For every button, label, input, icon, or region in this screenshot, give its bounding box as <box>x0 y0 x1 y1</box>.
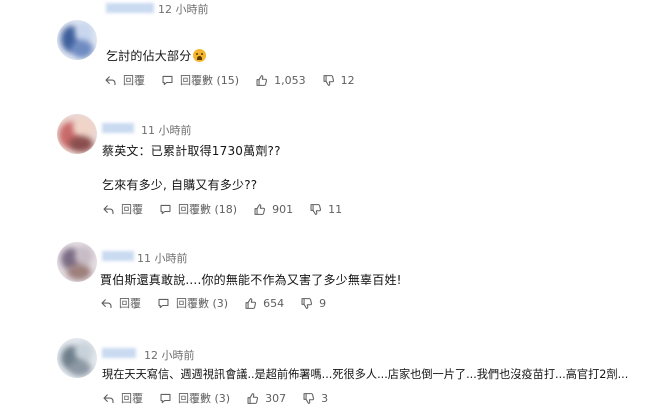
comment-text-line-1: 蔡英文：已累計取得1730萬劑?? <box>102 144 281 158</box>
username-redacted[interactable] <box>102 348 136 358</box>
like-button[interactable]: 654 <box>244 297 284 310</box>
comment-line: 乞討的佔大部分 <box>106 49 192 63</box>
like-button[interactable]: 1,053 <box>255 74 306 87</box>
thumbs-up-icon <box>255 74 268 87</box>
timestamp: 12 小時前 <box>158 3 209 16</box>
reply-icon <box>100 297 113 310</box>
reply-button[interactable]: 回覆 <box>102 201 143 217</box>
replies-count: 回覆數 (18) <box>178 203 238 216</box>
reply-label: 回覆 <box>123 74 145 87</box>
comment-actions: 回覆 回覆數 (15) 1,053 12 <box>104 72 371 88</box>
dislike-button[interactable]: 3 <box>302 392 328 405</box>
reply-icon <box>102 392 115 405</box>
thumbs-down-icon <box>300 297 313 310</box>
dislike-count: 11 <box>328 202 343 216</box>
username-redacted[interactable] <box>102 123 134 133</box>
dislike-count: 9 <box>319 296 327 310</box>
thumbs-up-icon <box>246 392 259 405</box>
comment-text: 賈伯斯還真敢說....你的無能不作為又害了多少無辜百姓! <box>100 273 402 287</box>
reply-icon <box>102 203 115 216</box>
comment-text: 乞討的佔大部分 <box>106 47 207 64</box>
timestamp: 11 小時前 <box>141 124 192 137</box>
chat-bubble-icon <box>157 297 170 310</box>
username-redacted[interactable] <box>102 251 134 261</box>
dislike-button[interactable]: 9 <box>300 297 326 310</box>
chat-bubble-icon <box>159 203 172 216</box>
thumbs-up-icon <box>253 203 266 216</box>
username-redacted[interactable] <box>106 3 154 13</box>
like-count: 901 <box>272 202 294 216</box>
comment-actions: 回覆 回覆數 (18) 901 11 <box>102 201 358 217</box>
chat-bubble-icon <box>159 392 172 405</box>
like-count: 307 <box>265 391 287 405</box>
reply-icon <box>104 74 117 87</box>
like-button[interactable]: 901 <box>253 203 293 216</box>
dislike-button[interactable]: 12 <box>322 74 355 87</box>
replies-count: 回覆數 (15) <box>180 74 240 87</box>
timestamp: 12 小時前 <box>144 349 195 362</box>
like-button[interactable]: 307 <box>246 392 286 405</box>
like-count: 1,053 <box>274 73 306 87</box>
reply-label: 回覆 <box>121 203 143 216</box>
replies-count-button[interactable]: 回覆數 (18) <box>159 201 237 217</box>
like-count: 654 <box>263 296 285 310</box>
comment-actions: 回覆 回覆數 (3) 654 9 <box>100 295 342 311</box>
timestamp: 11 小時前 <box>137 252 188 265</box>
replies-count-button[interactable]: 回覆數 (15) <box>161 72 239 88</box>
dislike-count: 12 <box>340 73 355 87</box>
thumbs-down-icon <box>302 392 315 405</box>
chat-bubble-icon <box>161 74 174 87</box>
avatar[interactable] <box>57 20 97 60</box>
thumbs-down-icon <box>322 74 335 87</box>
reply-button[interactable]: 回覆 <box>100 295 141 311</box>
reply-label: 回覆 <box>119 297 141 310</box>
avatar[interactable] <box>57 242 97 282</box>
dislike-count: 3 <box>321 391 329 405</box>
avatar[interactable] <box>57 114 97 154</box>
reply-label: 回覆 <box>121 392 143 405</box>
comment-text: 現在天天寫信、週週視訊會議..是超前佈署嗎...死很多人...店家也倒一片了..… <box>102 368 629 381</box>
crying-face-icon <box>193 49 207 62</box>
reply-button[interactable]: 回覆 <box>102 390 143 406</box>
comment-text-line-2: 乞來有多少, 自購又有多少?? <box>102 178 258 192</box>
replies-count-button[interactable]: 回覆數 (3) <box>159 390 230 406</box>
comment-actions: 回覆 回覆數 (3) 307 3 <box>102 390 344 406</box>
replies-count-button[interactable]: 回覆數 (3) <box>157 295 228 311</box>
dislike-button[interactable]: 11 <box>309 203 342 216</box>
reply-button[interactable]: 回覆 <box>104 72 145 88</box>
thumbs-down-icon <box>309 203 322 216</box>
avatar[interactable] <box>57 338 97 378</box>
replies-count: 回覆數 (3) <box>178 392 231 405</box>
thumbs-up-icon <box>244 297 257 310</box>
replies-count: 回覆數 (3) <box>176 297 229 310</box>
